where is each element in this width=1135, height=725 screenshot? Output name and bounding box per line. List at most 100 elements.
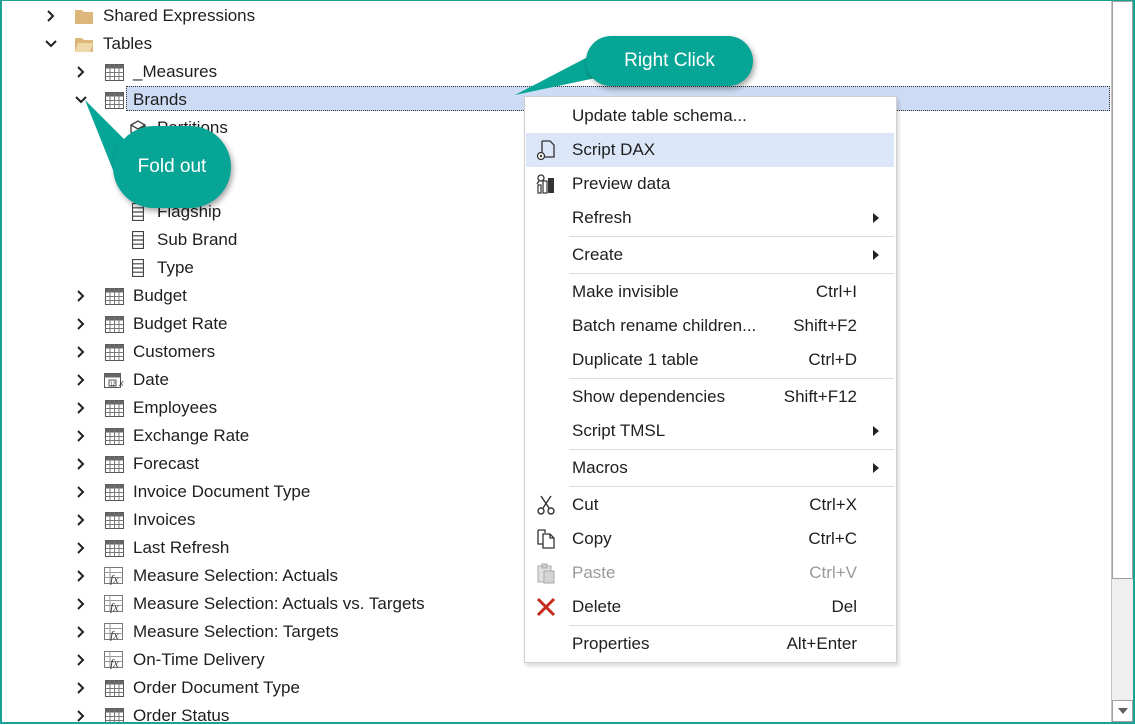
svg-text:fx: fx (110, 628, 119, 641)
menu-item-label: Script DAX (572, 140, 656, 159)
tree-item[interactable]: Budget Rate (74, 310, 230, 338)
tree-item[interactable]: Tables (44, 30, 154, 58)
chevron-right-icon[interactable] (74, 373, 88, 387)
table-icon (104, 342, 124, 362)
svg-text:fx: fx (110, 656, 119, 669)
table-icon (104, 398, 124, 418)
chevron-down-icon[interactable] (44, 37, 58, 51)
chevron-right-icon[interactable] (74, 65, 88, 79)
tree-item[interactable]: Type (128, 254, 196, 282)
tree-item[interactable]: fx Measure Selection: Actuals (74, 562, 340, 590)
menu-item-script-tmsl[interactable]: Script TMSL (526, 414, 894, 448)
table-icon (104, 426, 124, 446)
chevron-right-icon[interactable] (74, 597, 88, 611)
submenu-arrow-icon (873, 463, 879, 473)
chevron-right-icon[interactable] (74, 429, 88, 443)
tree-item[interactable]: Invoice Document Type (74, 478, 312, 506)
tree-item-label: Measure Selection: Actuals vs. Targets (133, 594, 425, 613)
calc-table-icon: fx (104, 650, 124, 670)
menu-item-preview-data[interactable]: Preview data (526, 167, 894, 201)
tree-item-label: Last Refresh (133, 538, 230, 557)
submenu-arrow-icon (873, 426, 879, 436)
tree-item[interactable]: Budget (74, 282, 189, 310)
tree-item[interactable]: _Measures (74, 58, 219, 86)
svg-text:12: 12 (110, 382, 116, 388)
chevron-right-icon[interactable] (74, 681, 88, 695)
menu-item-label: Macros (572, 458, 628, 477)
chevron-right-icon[interactable] (74, 485, 88, 499)
tree-item-label: Date (133, 370, 169, 389)
menu-item-label: Make invisible (572, 282, 679, 301)
menu-item-create[interactable]: Create (526, 238, 894, 272)
chevron-right-icon[interactable] (74, 709, 88, 722)
menu-separator (569, 236, 894, 237)
menu-item-label: Paste (572, 563, 616, 582)
menu-item-macros[interactable]: Macros (526, 451, 894, 485)
tree-item[interactable]: Employees (74, 394, 219, 422)
tree-item[interactable]: Forecast (74, 450, 201, 478)
tree-item[interactable]: Last Refresh (74, 534, 231, 562)
chevron-right-icon[interactable] (74, 457, 88, 471)
menu-separator (569, 625, 894, 626)
menu-item-label: Properties (572, 634, 650, 653)
tree-item[interactable]: Sub Brand (128, 226, 239, 254)
context-menu: Update table schema... Script DAX Preview … (524, 96, 897, 663)
chevron-right-icon[interactable] (74, 345, 88, 359)
table-icon (104, 454, 124, 474)
chevron-right-icon[interactable] (74, 569, 88, 583)
fold-out-callout-text: Fold out (137, 156, 207, 177)
menu-item-delete[interactable]: Delete Del (526, 590, 894, 624)
menu-item-cut[interactable]: Cut Ctrl+X (526, 488, 894, 522)
tree-item[interactable]: fx On-Time Delivery (74, 646, 267, 674)
scrollbar-thumb[interactable] (1112, 1, 1133, 579)
folder-icon (74, 6, 94, 26)
tree-item[interactable]: Invoices (74, 506, 197, 534)
menu-item-shortcut: Ctrl+I (815, 282, 857, 301)
chevron-right-icon[interactable] (74, 289, 88, 303)
vertical-scrollbar[interactable] (1111, 1, 1133, 722)
tree-item-label: Forecast (133, 454, 200, 473)
tree-item[interactable]: 12 x Date (74, 366, 171, 394)
menu-item-paste[interactable]: Paste Ctrl+V (526, 556, 894, 590)
chevron-right-icon[interactable] (74, 625, 88, 639)
menu-item-refresh[interactable]: Refresh (526, 201, 894, 235)
menu-item-copy[interactable]: Copy Ctrl+C (526, 522, 894, 556)
tree-item-label: Customers (133, 342, 216, 361)
tree-item-label: Order Document Type (133, 678, 300, 697)
chevron-right-icon[interactable] (44, 9, 58, 23)
tree-item[interactable]: Shared Expressions (44, 2, 257, 30)
tree-item-label: Type (157, 258, 194, 277)
chevron-right-icon[interactable] (74, 513, 88, 527)
tree-item[interactable]: fx Measure Selection: Actuals vs. Targets (74, 590, 427, 618)
tree-item[interactable]: Order Status (74, 702, 231, 724)
tree-item[interactable]: fx Measure Selection: Targets (74, 618, 341, 646)
menu-item-make-invisible[interactable]: Make invisible Ctrl+I (526, 275, 894, 309)
menu-item-duplicate-1-table[interactable]: Duplicate 1 table Ctrl+D (526, 343, 894, 377)
chevron-right-icon[interactable] (74, 653, 88, 667)
menu-item-update-table-schema[interactable]: Update table schema... (526, 99, 894, 133)
menu-item-script-dax[interactable]: Script DAX (526, 133, 894, 167)
chevron-right-icon[interactable] (74, 541, 88, 555)
cut-icon (534, 493, 558, 517)
tree-item[interactable]: Order Document Type (74, 674, 302, 702)
tree-item[interactable]: Customers (74, 338, 217, 366)
submenu-arrow-icon (873, 213, 879, 223)
table-icon (104, 538, 124, 558)
right-click-callout: Right Click (586, 36, 753, 86)
menu-separator (569, 486, 894, 487)
table-icon (104, 706, 124, 722)
menu-separator (569, 449, 894, 450)
tree-item[interactable]: Exchange Rate (74, 422, 251, 450)
menu-item-batch-rename-children[interactable]: Batch rename children... Shift+F2 (526, 309, 894, 343)
chevron-right-icon[interactable] (74, 401, 88, 415)
menu-item-label: Batch rename children... (572, 316, 757, 335)
menu-item-label: Create (572, 245, 624, 264)
menu-item-label: Copy (572, 529, 612, 548)
menu-item-show-dependencies[interactable]: Show dependencies Shift+F12 (526, 380, 894, 414)
chevron-right-icon[interactable] (74, 317, 88, 331)
menu-item-properties[interactable]: Properties Alt+Enter (526, 627, 894, 661)
scroll-down-button[interactable] (1112, 700, 1133, 722)
table-icon (104, 510, 124, 530)
tree-item-label: Order Status (133, 706, 230, 724)
tree-item-label: Employees (133, 398, 218, 417)
